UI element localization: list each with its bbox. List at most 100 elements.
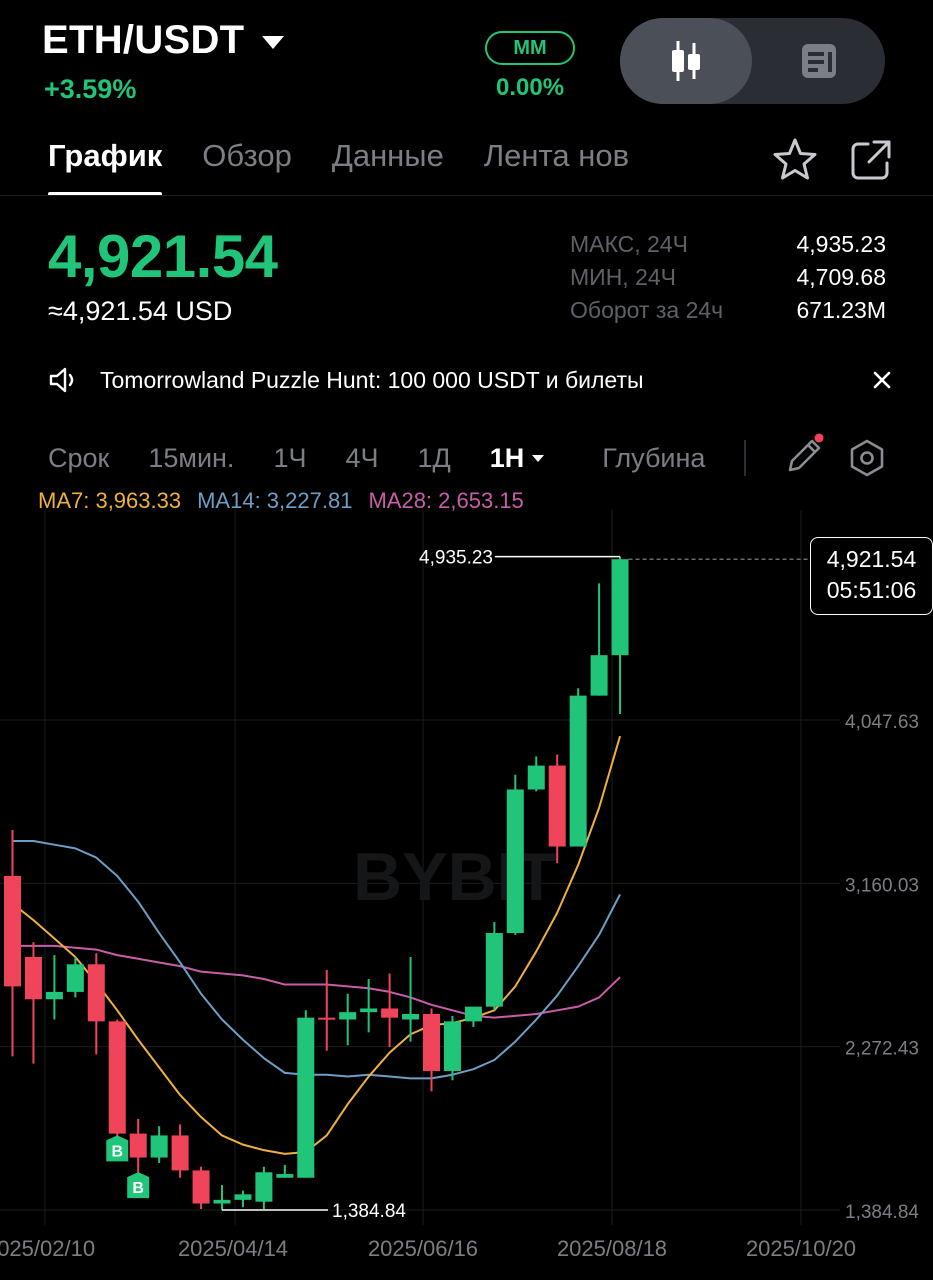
candle-body xyxy=(464,1006,482,1022)
candle-body xyxy=(548,765,566,847)
tf-depth[interactable]: Глубина xyxy=(602,443,705,474)
candle xyxy=(234,1190,252,1208)
announcement-banner[interactable]: Tomorrowland Puzzle Hunt: 100 000 USDT и… xyxy=(48,362,893,398)
stat-label: МАКС, 24Ч xyxy=(570,231,688,257)
tf-4h[interactable]: 4Ч xyxy=(345,443,378,474)
candle-body xyxy=(423,1013,440,1072)
candle-body xyxy=(276,1174,294,1178)
candle-body xyxy=(297,1017,315,1178)
buy-marker-label: B xyxy=(132,1180,144,1197)
candle xyxy=(443,1015,461,1081)
external-link-icon[interactable] xyxy=(849,138,893,182)
stat-value: 4,709.68 xyxy=(796,264,886,290)
tab-bar: График Обзор Данные Лента нов xyxy=(48,138,639,196)
mm-badge[interactable]: MM xyxy=(485,31,575,65)
tf-selected[interactable]: 1Н xyxy=(490,443,545,474)
candle-body xyxy=(590,655,608,696)
view-toggle xyxy=(620,18,885,104)
buy-marker[interactable]: B xyxy=(106,1135,129,1162)
pair-selector[interactable]: ETH/USDT xyxy=(42,18,285,63)
candle-body xyxy=(4,875,21,987)
candle xyxy=(171,1124,189,1178)
stat-value: 671.23M xyxy=(796,297,886,323)
candle-body xyxy=(339,1012,357,1020)
tab-data[interactable]: Данные xyxy=(332,138,444,196)
low-marker-label: 1,384.84 xyxy=(332,1201,406,1222)
price-chart[interactable]: BYBIT 4,935.23 1,384.84 B B 4,047.63 3,160.0… xyxy=(0,510,933,1280)
candle xyxy=(485,921,503,1011)
candle-body xyxy=(255,1172,273,1202)
candle xyxy=(87,953,105,1055)
candle xyxy=(150,1126,168,1164)
candle xyxy=(108,1019,126,1145)
stat-row: МАКС, 24Ч 4,935.23 xyxy=(570,228,886,261)
candle-body xyxy=(213,1199,231,1204)
candle xyxy=(611,556,629,715)
candle-body xyxy=(192,1170,210,1204)
candle xyxy=(45,955,63,1020)
candle-body xyxy=(443,1021,461,1072)
timeframe-bar: Срок 15мин. 1Ч 4Ч 1Д 1Н Глубина xyxy=(48,438,776,478)
toggle-info-view[interactable] xyxy=(752,18,885,104)
candle xyxy=(590,583,608,696)
candle-body xyxy=(318,1017,336,1020)
stat-row: Оборот за 24ч 671.23M xyxy=(570,294,886,327)
candle xyxy=(24,942,42,1064)
candle-body xyxy=(527,765,545,790)
tf-15m[interactable]: 15мин. xyxy=(148,443,234,474)
banner-text: Tomorrowland Puzzle Hunt: 100 000 USDT и… xyxy=(100,366,644,393)
stat-label: МИН, 24Ч xyxy=(570,264,676,290)
candle-body xyxy=(129,1133,147,1158)
candle-body xyxy=(150,1135,168,1158)
x-tick-label: 2025/02/10 xyxy=(0,1236,95,1261)
document-icon xyxy=(801,44,836,78)
tab-divider xyxy=(0,195,933,196)
pair-name: ETH/USDT xyxy=(42,18,245,62)
mm-value: 0.00% xyxy=(496,74,565,101)
toggle-chart-view[interactable] xyxy=(620,18,752,104)
candle-body xyxy=(485,933,503,1007)
tf-1d[interactable]: 1Д xyxy=(417,443,450,474)
pencil-icon[interactable] xyxy=(784,432,828,476)
tab-news[interactable]: Лента нов xyxy=(484,138,639,196)
candle-body xyxy=(402,1013,420,1020)
hexagon-settings-icon[interactable] xyxy=(848,438,886,478)
price-usd: ≈4,921.54 USD xyxy=(48,296,233,326)
stat-label: Оборот за 24ч xyxy=(570,297,724,323)
candle-body xyxy=(108,1021,126,1134)
tf-term[interactable]: Срок xyxy=(48,443,109,474)
candle xyxy=(4,829,21,1057)
buy-marker-label: B xyxy=(111,1143,123,1160)
candle-body xyxy=(171,1135,189,1171)
candle xyxy=(569,688,587,847)
last-price-tag: 4,921.54 05:51:06 xyxy=(810,537,933,615)
speaker-icon xyxy=(49,367,74,393)
candle-body xyxy=(569,695,587,847)
tab-overview[interactable]: Обзор xyxy=(202,138,292,196)
candle xyxy=(192,1166,210,1210)
candle xyxy=(464,1006,482,1027)
star-icon[interactable] xyxy=(772,137,818,181)
y-tick-label: 1,384.84 xyxy=(845,1202,919,1223)
price-change: +3.59% xyxy=(44,74,137,104)
chevron-down-icon xyxy=(262,36,285,49)
candle-body xyxy=(611,559,629,656)
close-icon[interactable] xyxy=(871,369,893,391)
last-price: 4,921.54 xyxy=(48,223,278,290)
ma7-line xyxy=(11,735,622,1155)
candle xyxy=(255,1166,273,1210)
tf-1h[interactable]: 1Ч xyxy=(273,443,306,474)
ma7-line-group xyxy=(11,735,622,1155)
candle-body xyxy=(24,956,42,1000)
stat-row: МИН, 24Ч 4,709.68 xyxy=(570,261,886,294)
tab-chart[interactable]: График xyxy=(48,138,163,196)
candle-body xyxy=(45,991,63,1000)
candle xyxy=(213,1185,231,1210)
buy-marker[interactable]: B xyxy=(127,1172,150,1199)
tf-selected-label: 1Н xyxy=(489,442,525,473)
chart-watermark: BYBIT xyxy=(353,839,557,915)
candle xyxy=(297,1010,315,1178)
last-price-tag-value: 4,921.54 xyxy=(826,546,917,572)
high-marker-label: 4,935.23 xyxy=(419,548,493,569)
stat-value: 4,935.23 xyxy=(796,231,886,257)
